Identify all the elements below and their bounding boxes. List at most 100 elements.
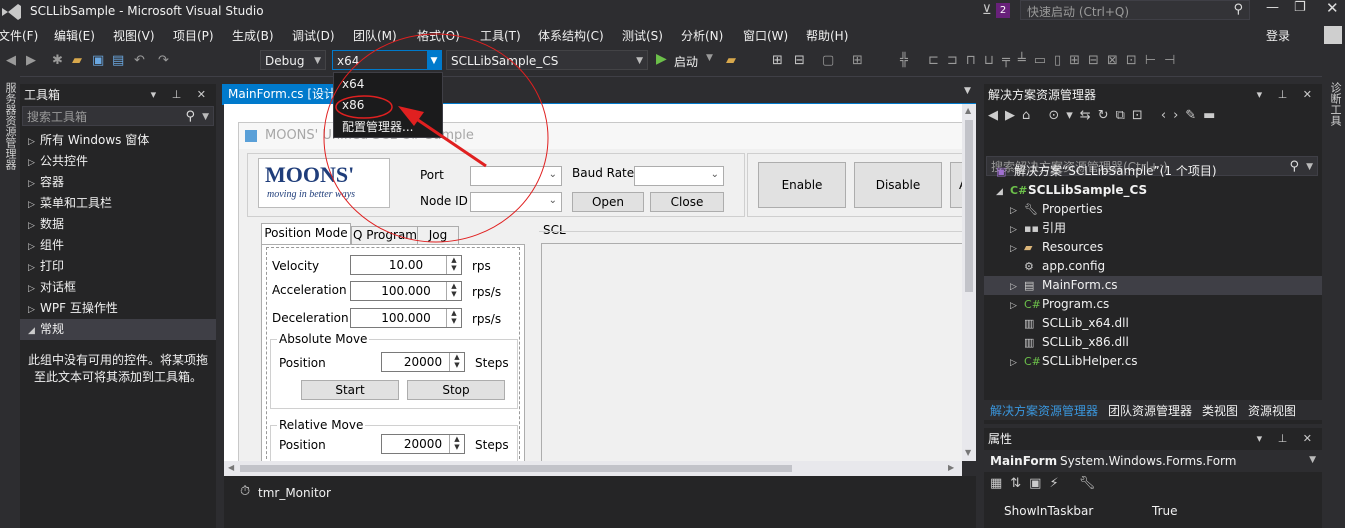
platform-option-x64[interactable]: x64 <box>342 77 364 91</box>
undo-icon[interactable]: ↶ <box>134 53 145 68</box>
winform-window[interactable]: MOONS' Unified SCL C# Sample MOONS' movi… <box>238 122 962 461</box>
toolbox-group-printing[interactable]: ▷ 打印 <box>20 256 216 277</box>
menu-view[interactable]: 视图(V) <box>113 27 155 44</box>
menu-help[interactable]: 帮助(H) <box>806 27 848 44</box>
start-button-label[interactable]: 启动 <box>674 53 698 70</box>
open-button[interactable]: Open <box>572 192 644 212</box>
avatar[interactable] <box>1324 26 1342 44</box>
solution-node[interactable]: ▣ 解决方案“SCLLibSample”(1 个项目) <box>996 162 1217 181</box>
layout-icon[interactable]: ▢ <box>822 53 834 68</box>
tab-q-program[interactable]: Q Program <box>351 226 419 244</box>
platform-option-x86[interactable]: x86 <box>342 98 364 112</box>
node-id-select[interactable]: ⌄ <box>470 192 562 212</box>
menu-debug[interactable]: 调试(D) <box>292 27 335 44</box>
tab-resource-view[interactable]: 资源视图 <box>1248 402 1296 419</box>
velocity-stepper[interactable]: 10.00 ▲ ▼ <box>350 255 462 275</box>
scroll-right-icon[interactable]: ▶ <box>948 463 954 472</box>
attach-icon[interactable]: ⊞ <box>772 53 783 68</box>
quick-launch-box[interactable]: 快速启动 (Ctrl+Q) ⚲ <box>1020 0 1250 20</box>
properties-node[interactable]: ▷ 🔧︎ Properties <box>1010 200 1103 219</box>
restore-icon[interactable]: ❐ <box>1294 0 1306 15</box>
toolbox-group-wpf[interactable]: ▷ WPF 互操作性 <box>20 298 216 319</box>
server-explorer-strip[interactable]: 服务器资源管理器 <box>0 76 20 528</box>
app-config-node[interactable]: ⚙ app.config <box>1024 257 1105 276</box>
panel-controls-icon[interactable]: ▾ ⊥ ✕ <box>1257 84 1318 106</box>
designer-horizontal-scrollbar[interactable]: ◀ ▶ <box>224 461 962 476</box>
program-node[interactable]: ▷ C#Program.cs <box>1010 295 1109 314</box>
new-project-icon[interactable]: ✱ <box>52 53 63 68</box>
abs-position-stepper[interactable]: 20000 ▲ ▼ <box>381 352 465 372</box>
acceleration-stepper[interactable]: 100.000 ▲ ▼ <box>350 281 462 301</box>
designer-surface[interactable]: MOONS' Unified SCL C# Sample MOONS' movi… <box>224 104 962 461</box>
panel-controls-icon[interactable]: ▾ ⊥ ✕ <box>1257 428 1318 450</box>
baud-rate-select[interactable]: ⌄ <box>634 166 724 186</box>
align-grid-icon[interactable]: ⊞ <box>852 53 863 68</box>
scllib-helper-node[interactable]: ▷ C#SCLLibHelper.cs <box>1010 352 1138 371</box>
menu-edit[interactable]: 编辑(E) <box>54 27 95 44</box>
mainform-node[interactable]: ▷ ▤ MainForm.cs <box>1010 276 1118 295</box>
menu-test[interactable]: 测试(S) <box>622 27 663 44</box>
scrollbar-thumb[interactable] <box>240 465 792 472</box>
save-icon[interactable]: ▣ <box>92 53 104 68</box>
scllib-x86-node[interactable]: ▥ SCLLib_x86.dll <box>1024 333 1129 352</box>
forward-icon[interactable]: ▶ <box>26 53 36 68</box>
close-button[interactable]: Close <box>650 192 724 212</box>
panel-controls-icon[interactable]: ▾ ⊥ ✕ <box>151 84 212 106</box>
menu-format[interactable]: 格式(O) <box>417 27 460 44</box>
login-link[interactable]: 登录 <box>1266 27 1290 44</box>
toolbox-group-all-forms[interactable]: ▷ 所有 Windows 窗体 <box>20 130 216 151</box>
tab-mainform-designer[interactable]: MainForm.cs [设计] <box>222 84 340 104</box>
browser-icon[interactable]: ▰ <box>726 53 736 68</box>
chevron-down-icon[interactable]: ▼ <box>964 86 971 96</box>
toolbox-group-components[interactable]: ▷ 组件 <box>20 235 216 256</box>
properties-toolbar-icons[interactable]: ▦⇅▣⚡ 🔧︎ <box>990 476 1103 491</box>
scroll-down-icon[interactable]: ▼ <box>965 448 971 457</box>
toolbox-search-input[interactable]: 搜索工具箱 ⚲ ▼ <box>22 106 214 126</box>
tab-solution-explorer[interactable]: 解决方案资源管理器 <box>990 402 1098 419</box>
start-icon[interactable]: ▶ <box>656 51 667 67</box>
alarm-reset-button[interactable]: A <box>950 162 962 208</box>
toolbox-group-general[interactable]: ◢ 常规 <box>20 319 216 340</box>
designer-vertical-scrollbar[interactable]: ▲ ▼ <box>962 104 976 461</box>
redo-icon[interactable]: ↷ <box>158 53 169 68</box>
port-select[interactable]: ⌄ <box>470 166 562 186</box>
enable-button[interactable]: Enable <box>758 162 846 208</box>
property-value[interactable]: True <box>1152 504 1178 518</box>
save-all-icon[interactable]: ▤ <box>112 53 124 68</box>
minimize-icon[interactable]: — <box>1266 0 1279 15</box>
platform-select[interactable]: x64 ▼ <box>332 50 442 70</box>
resources-node[interactable]: ▷ ▰ Resources <box>1010 238 1103 257</box>
toolbox-group-data[interactable]: ▷ 数据 <box>20 214 216 235</box>
back-icon[interactable]: ◀ <box>6 53 16 68</box>
format-icons[interactable]: ⊏⊐⊓⊔╤╧▭▯⊞⊟⊠⊡⊢⊣ <box>928 53 1183 68</box>
rel-position-stepper[interactable]: 20000 ▲ ▼ <box>381 434 465 454</box>
spin-arrows-icon[interactable]: ▲ ▼ <box>446 309 461 327</box>
toolbox-group-containers[interactable]: ▷ 容器 <box>20 172 216 193</box>
references-node[interactable]: ▷ ▪▪ 引用 <box>1010 219 1066 238</box>
spin-arrows-icon[interactable]: ▲ ▼ <box>446 282 461 300</box>
menu-architecture[interactable]: 体系结构(C) <box>538 27 604 44</box>
scllib-x64-node[interactable]: ▥ SCLLib_x64.dll <box>1024 314 1129 333</box>
toolbox-group-menus[interactable]: ▷ 菜单和工具栏 <box>20 193 216 214</box>
menu-build[interactable]: 生成(B) <box>232 27 274 44</box>
spin-arrows-icon[interactable]: ▲ ▼ <box>446 256 461 274</box>
menu-file[interactable]: 文件(F) <box>0 27 38 44</box>
menu-analyze[interactable]: 分析(N) <box>681 27 723 44</box>
notification-badge[interactable]: 2 <box>996 3 1010 18</box>
configuration-select[interactable]: Debug ▼ <box>260 50 326 70</box>
menu-team[interactable]: 团队(M) <box>353 27 397 44</box>
tab-class-view[interactable]: 类视图 <box>1202 402 1238 419</box>
tab-position-mode[interactable]: Position Mode <box>261 223 351 244</box>
align-icon[interactable]: ╬ <box>900 53 908 68</box>
deceleration-stepper[interactable]: 100.000 ▲ ▼ <box>350 308 462 328</box>
startup-project-select[interactable]: SCLLibSample_CS ▼ <box>446 50 648 70</box>
scroll-up-icon[interactable]: ▲ <box>965 106 971 115</box>
close-window-icon[interactable]: ✕ <box>1326 0 1339 17</box>
configuration-manager-option[interactable]: 配置管理器... <box>342 118 413 135</box>
publish-icon[interactable]: ⊟ <box>794 53 805 68</box>
spin-arrows-icon[interactable]: ▲ ▼ <box>449 353 464 371</box>
stop-button[interactable]: Stop <box>407 380 505 400</box>
project-node[interactable]: ◢ C#SCLLibSample_CS <box>996 181 1147 200</box>
menu-window[interactable]: 窗口(W) <box>743 27 788 44</box>
toolbox-group-common[interactable]: ▷ 公共控件 <box>20 151 216 172</box>
